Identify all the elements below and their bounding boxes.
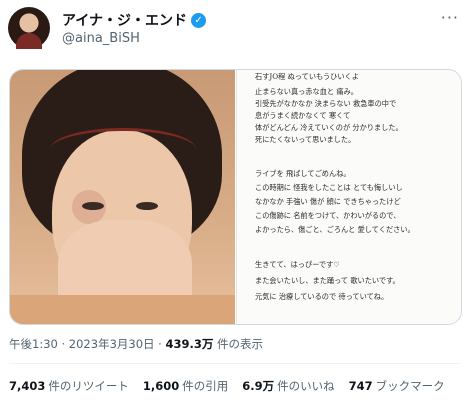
stat-number: 1,600 xyxy=(142,379,180,393)
letter-line: 止まらない真っ赤な血と 痛み。 xyxy=(255,87,358,96)
engagement-stats: 7,403 件のリツイート 1,600 件の引用 6.9万 件のいいね 747 ブックマ… xyxy=(9,378,445,394)
timestamp-separator: · xyxy=(154,337,166,351)
stat-label: ブックマーク xyxy=(375,379,445,393)
letter-line: この時期に 怪我をしたことは とても悔しいし xyxy=(255,183,403,192)
stat-label: 件のリツイート xyxy=(48,379,129,393)
letter-line: 元気に 治療しているので 待っていてね。 xyxy=(255,292,389,301)
photo-headband xyxy=(50,128,196,171)
letter-line: なかなか 手強い 傷が 顔に できちゃったけど xyxy=(255,197,401,206)
letter-line: この傷跡に 名前をつけて、かわいがるので、 xyxy=(255,211,401,220)
stat-number: 6.9万 xyxy=(242,379,275,393)
photo-image[interactable] xyxy=(10,70,235,324)
verified-badge-icon: ✓ xyxy=(191,12,207,28)
letter-line: ライブを 飛ばしてごめんね。 xyxy=(255,169,351,178)
stat-number: 7,403 xyxy=(9,379,46,393)
letter-line: 生きてて、はっぴーです♡ xyxy=(255,260,340,269)
photo-eye-right xyxy=(136,202,158,210)
retweets-stat[interactable]: 7,403 件のリツイート xyxy=(9,378,129,394)
tweet-media[interactable]: 石すJO程 ぬっていもうひいくよ 止まらない真っ赤な血と 痛み。 引受先がなかな… xyxy=(9,69,462,325)
quotes-stat[interactable]: 1,600 件の引用 xyxy=(143,378,228,394)
stat-label: 件の引用 xyxy=(182,379,229,393)
views-label: 件の表示 xyxy=(217,337,264,351)
views-count: 439.3万 xyxy=(165,337,214,351)
letter-line: また会いたいし、また踊って 歌いたいです。 xyxy=(255,276,400,285)
author-name-row: アイナ・ジ・エンド ✓ xyxy=(62,10,207,30)
tweet-date[interactable]: 2023年3月30日 xyxy=(69,337,155,351)
photo-shoulder xyxy=(10,295,235,324)
divider xyxy=(9,363,460,364)
tweet-time[interactable]: 午後1:30 xyxy=(9,337,58,351)
author-display-name[interactable]: アイナ・ジ・エンド xyxy=(62,10,187,30)
likes-stat[interactable]: 6.9万 件のいいね xyxy=(242,378,334,394)
letter-line: 体がどんどん 冷えていくのが 分かりました。 xyxy=(255,123,403,132)
letter-line: 引受先がなかなか 決まらない 救急車の中で xyxy=(255,99,397,108)
tweet-timestamp: 午後1:30 · 2023年3月30日 · 439.3万 件の表示 xyxy=(9,336,263,352)
handwritten-letter-image[interactable]: 石すJO程 ぬっていもうひいくよ 止まらない真っ赤な血と 痛み。 引受先がなかな… xyxy=(236,70,461,324)
timestamp-separator: · xyxy=(57,337,69,351)
letter-line: 息がうまく続かなくて 寒くて xyxy=(255,111,351,120)
author-handle[interactable]: @aina_BiSH xyxy=(62,31,140,46)
tweet-header: アイナ・ジ・エンド ✓ @aina_BiSH ··· xyxy=(8,4,463,58)
more-icon[interactable]: ··· xyxy=(441,8,459,27)
letter-line: 石すJO程 ぬっていもうひいくよ xyxy=(255,72,359,81)
photo-eye-left xyxy=(82,202,104,210)
letter-line: 死にたくないって思いました。 xyxy=(255,135,356,144)
stat-number: 747 xyxy=(348,379,373,393)
stat-label: 件のいいね xyxy=(277,379,335,393)
letter-line: よかったら、傷ごと、ごろんと 愛してください。 xyxy=(255,225,415,234)
avatar[interactable] xyxy=(8,7,50,49)
bookmarks-stat[interactable]: 747 ブックマーク xyxy=(349,378,445,394)
